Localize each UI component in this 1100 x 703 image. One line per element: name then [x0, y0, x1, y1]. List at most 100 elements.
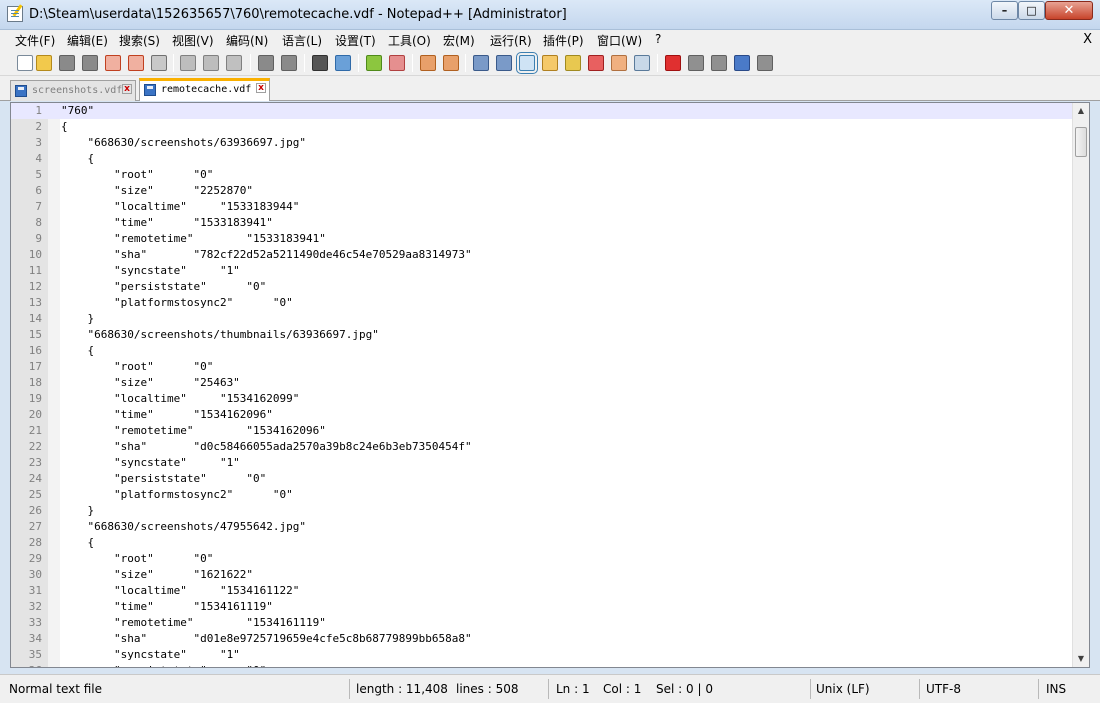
editor-line[interactable]: 27 "668630/screenshots/47955642.jpg" [11, 519, 1073, 535]
editor-line[interactable]: 8 "time" "1533183941" [11, 215, 1073, 231]
sync-horizontal-icon[interactable] [443, 55, 459, 71]
close-document-button[interactable]: X [1083, 32, 1092, 47]
scrollbar-thumb[interactable] [1075, 127, 1087, 157]
line-text[interactable]: { [61, 535, 94, 551]
copy-icon[interactable] [203, 55, 219, 71]
close-file-icon[interactable] [105, 55, 121, 71]
status-insert-mode[interactable]: INS [1046, 679, 1066, 699]
editor-line[interactable]: 25 "platformstosync2" "0" [11, 487, 1073, 503]
line-text[interactable]: "localtime" "1533183944" [61, 199, 299, 215]
line-text[interactable]: "time" "1534162096" [61, 407, 273, 423]
redo-icon[interactable] [281, 55, 297, 71]
menu-language[interactable]: 语言(L) [282, 32, 322, 49]
close-all-icon[interactable] [128, 55, 144, 71]
print-icon[interactable] [151, 55, 167, 71]
editor-line[interactable]: 18 "size" "25463" [11, 375, 1073, 391]
line-text[interactable]: "sha" "d01e8e9725719659e4cfe5c8b68779899… [61, 631, 472, 647]
line-text[interactable]: "sha" "782cf22d52a5211490de46c54e70529aa… [61, 247, 472, 263]
indent-guide-icon[interactable] [516, 52, 538, 74]
tab-screenshots-vdf[interactable]: screenshots.vdf x [10, 80, 136, 101]
play-macro-icon[interactable] [711, 55, 727, 71]
menu-run[interactable]: 运行(R) [490, 32, 532, 49]
cut-icon[interactable] [180, 55, 196, 71]
run-macro-multiple-icon[interactable] [734, 55, 750, 71]
editor-line[interactable]: 14 } [11, 311, 1073, 327]
line-text[interactable]: "668630/screenshots/63936697.jpg" [61, 135, 306, 151]
save-macro-icon[interactable] [757, 55, 773, 71]
line-text[interactable]: "platformstosync2" "0" [61, 487, 293, 503]
line-text[interactable]: "root" "0" [61, 167, 213, 183]
menu-macro[interactable]: 宏(M) [443, 32, 475, 49]
line-text[interactable]: "size" "25463" [61, 375, 240, 391]
editor-line[interactable]: 17 "root" "0" [11, 359, 1073, 375]
scroll-down-icon[interactable]: ▼ [1073, 651, 1089, 667]
menu-encoding[interactable]: 编码(N) [226, 32, 268, 49]
menu-edit[interactable]: 编辑(E) [67, 32, 108, 49]
save-all-icon[interactable] [82, 55, 98, 71]
line-text[interactable]: "localtime" "1534161122" [61, 583, 299, 599]
editor-line[interactable]: 2{ [11, 119, 1073, 135]
tab-close-icon[interactable]: x [256, 83, 266, 93]
editor-line[interactable]: 21 "remotetime" "1534162096" [11, 423, 1073, 439]
editor-line[interactable]: 28 { [11, 535, 1073, 551]
line-text[interactable]: "root" "0" [61, 359, 213, 375]
line-text[interactable]: "size" "1621622" [61, 567, 253, 583]
editor-line[interactable]: 7 "localtime" "1533183944" [11, 199, 1073, 215]
editor-line[interactable]: 10 "sha" "782cf22d52a5211490de46c54e7052… [11, 247, 1073, 263]
line-text[interactable]: "persiststate" "0" [61, 663, 266, 667]
line-text[interactable]: "time" "1534161119" [61, 599, 273, 615]
line-text[interactable]: "760" [61, 103, 94, 119]
notepadpp-app-icon[interactable] [7, 6, 23, 22]
line-text[interactable]: "time" "1533183941" [61, 215, 273, 231]
editor-line[interactable]: 16 { [11, 343, 1073, 359]
minimize-button[interactable]: – [991, 1, 1018, 20]
replace-icon[interactable] [335, 55, 351, 71]
line-text[interactable]: "syncstate" "1" [61, 647, 240, 663]
line-text[interactable]: "platformstosync2" "0" [61, 295, 293, 311]
word-wrap-icon[interactable] [473, 55, 489, 71]
line-text[interactable]: "sha" "d0c58466055ada2570a39b8c24e6b3eb7… [61, 439, 472, 455]
editor-line[interactable]: 5 "root" "0" [11, 167, 1073, 183]
editor-line[interactable]: 4 { [11, 151, 1073, 167]
editor-line[interactable]: 33 "remotetime" "1534161119" [11, 615, 1073, 631]
maximize-button[interactable]: □ [1018, 1, 1045, 20]
line-text[interactable]: { [61, 119, 68, 135]
function-list-icon[interactable] [588, 55, 604, 71]
menu-view[interactable]: 视图(V) [172, 32, 214, 49]
menu-plugins[interactable]: 插件(P) [543, 32, 584, 49]
editor-line[interactable]: 36 "persiststate" "0" [11, 663, 1073, 667]
save-icon[interactable] [59, 55, 75, 71]
menu-window[interactable]: 窗口(W) [597, 32, 642, 49]
scroll-up-icon[interactable]: ▲ [1073, 103, 1089, 119]
undo-icon[interactable] [258, 55, 274, 71]
stop-macro-icon[interactable] [688, 55, 704, 71]
folder-workspace-icon[interactable] [611, 55, 627, 71]
line-text[interactable]: "root" "0" [61, 551, 213, 567]
record-macro-icon[interactable] [665, 55, 681, 71]
menu-settings[interactable]: 设置(T) [335, 32, 376, 49]
new-file-icon[interactable] [17, 55, 33, 71]
line-text[interactable]: "remotetime" "1534162096" [61, 423, 326, 439]
editor-line[interactable]: 12 "persiststate" "0" [11, 279, 1073, 295]
editor-line[interactable]: 1 "760" [11, 103, 1073, 119]
paste-icon[interactable] [226, 55, 242, 71]
editor-line[interactable]: 30 "size" "1621622" [11, 567, 1073, 583]
sync-vertical-icon[interactable] [420, 55, 436, 71]
editor-line[interactable]: 19 "localtime" "1534162099" [11, 391, 1073, 407]
editor-line[interactable]: 9 "remotetime" "1533183941" [11, 231, 1073, 247]
line-text[interactable]: { [61, 151, 94, 167]
open-file-icon[interactable] [36, 55, 52, 71]
editor-line[interactable]: 32 "time" "1534161119" [11, 599, 1073, 615]
editor-line[interactable]: 34 "sha" "d01e8e9725719659e4cfe5c8b68779… [11, 631, 1073, 647]
editor-line[interactable]: 3 "668630/screenshots/63936697.jpg" [11, 135, 1073, 151]
editor-line[interactable]: 29 "root" "0" [11, 551, 1073, 567]
line-text[interactable]: { [61, 343, 94, 359]
status-eol[interactable]: Unix (LF) [816, 679, 870, 699]
line-text[interactable]: "remotetime" "1533183941" [61, 231, 326, 247]
line-text[interactable]: "persiststate" "0" [61, 279, 266, 295]
find-icon[interactable] [312, 55, 328, 71]
menu-file[interactable]: 文件(F) [15, 32, 55, 49]
editor-line[interactable]: 23 "syncstate" "1" [11, 455, 1073, 471]
text-editor[interactable]: 1 "760" 2{3 "668630/screenshots/63936697.j… [10, 102, 1090, 668]
editor-line[interactable]: 35 "syncstate" "1" [11, 647, 1073, 663]
